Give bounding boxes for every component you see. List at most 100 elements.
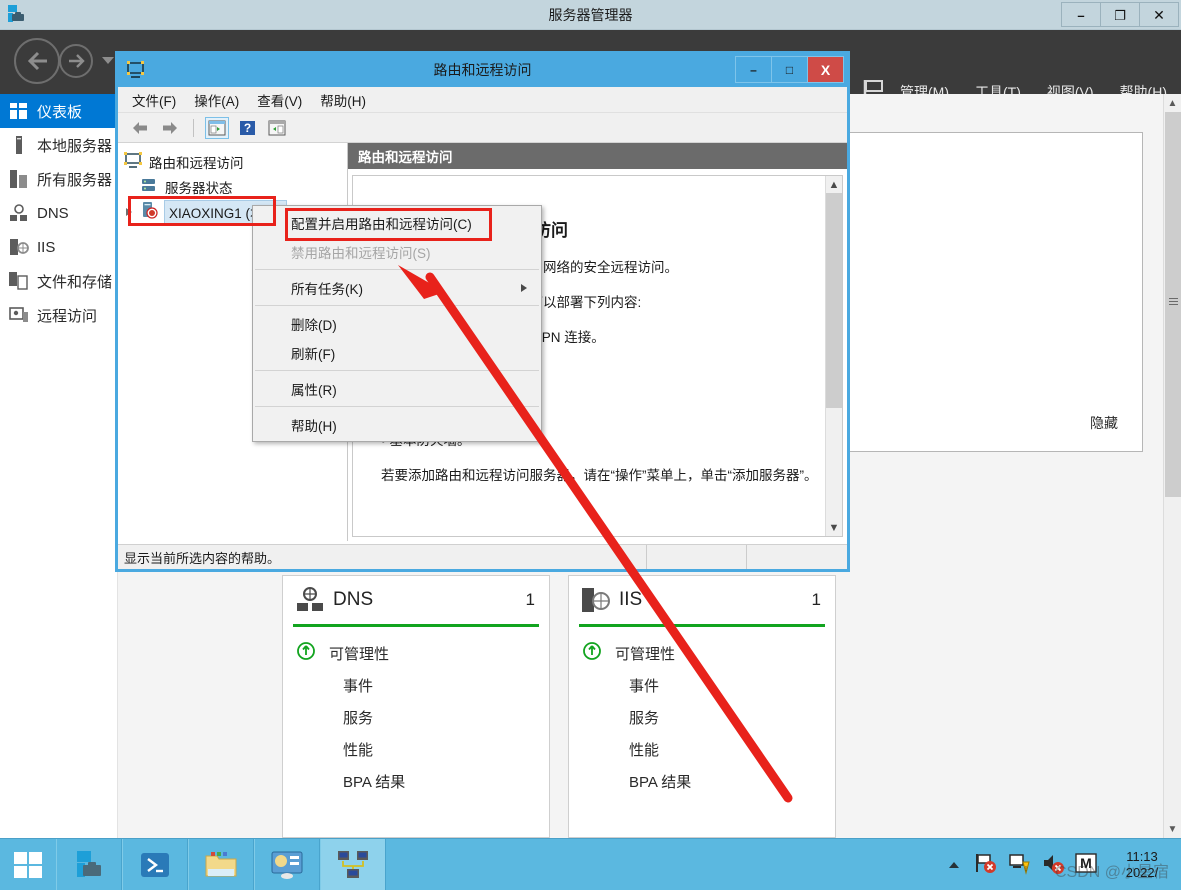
tree-node-rras-root[interactable]: 路由和远程访问 — [118, 149, 347, 174]
status-cell-3 — [747, 545, 847, 569]
tray-volume[interactable] — [1041, 851, 1065, 880]
minimize-button[interactable]: – — [1061, 2, 1101, 27]
help-menu[interactable]: 帮助(H) — [320, 90, 366, 110]
context-menu-item-refresh[interactable]: 刷新(F) — [253, 338, 541, 367]
show-console-tree-button[interactable] — [205, 116, 229, 139]
view-menu[interactable]: 查看(V) — [257, 90, 302, 110]
context-menu-item-delete[interactable]: 删除(D) — [253, 309, 541, 338]
help-button[interactable]: ? — [235, 117, 259, 139]
taskbar-file-explorer[interactable] — [188, 838, 254, 890]
sidebar-label: 远程访问 — [37, 307, 98, 325]
iis-icon — [581, 586, 611, 614]
tile-iis[interactable]: IIS 1 可管理性 事件 服务 性能 BPA 结果 — [568, 575, 836, 838]
server-manager-title: 服务器管理器 — [548, 7, 633, 23]
dashboard-icon — [8, 101, 30, 121]
context-menu-separator — [255, 305, 539, 306]
tile-row-services[interactable]: 服务 — [569, 701, 835, 733]
sidebar-item-remote-access[interactable]: 远程访问 — [0, 298, 117, 332]
scroll-up-icon[interactable]: ▲ — [1164, 94, 1181, 112]
tile-row-events[interactable]: 事件 — [569, 669, 835, 701]
screen-root: 服务器管理器 – ❐ ✕ ! 管理(M) 工具( — [0, 0, 1181, 890]
hide-link[interactable]: 隐藏 — [1090, 413, 1118, 433]
context-menu-item-help[interactable]: 帮助(H) — [253, 410, 541, 439]
sidebar-label: DNS — [37, 204, 69, 222]
maximize-button[interactable]: □ — [771, 56, 808, 83]
tray-network[interactable]: ! — [1007, 851, 1031, 880]
context-menu-item-label: 属性(R) — [291, 382, 337, 398]
taskbar-server-manager[interactable] — [56, 838, 122, 890]
sidebar-item-iis[interactable]: IIS — [0, 230, 117, 264]
tile-row-performance[interactable]: 性能 — [283, 733, 549, 765]
context-menu-item-all-tasks[interactable]: 所有任务(K) — [253, 273, 541, 302]
tile-row-performance[interactable]: 性能 — [569, 733, 835, 765]
tile-row-events[interactable]: 事件 — [283, 669, 549, 701]
status-text: 显示当前所选内容的帮助。 — [118, 545, 647, 569]
local-server-icon — [8, 135, 30, 155]
back-button[interactable] — [128, 117, 152, 139]
forward-button[interactable] — [158, 117, 182, 139]
taskbar-clock[interactable]: 11:13 2022/ — [1111, 849, 1173, 882]
windows-start-icon[interactable] — [0, 838, 56, 890]
show-action-pane-button[interactable] — [265, 117, 289, 139]
tile-row-services[interactable]: 服务 — [283, 701, 549, 733]
server-manager-scrollbar[interactable]: ▲ ▼ — [1163, 94, 1181, 838]
annotation-box-tree-node — [128, 196, 276, 226]
back-button[interactable] — [14, 38, 60, 84]
sidebar-label: 文件和存储 — [37, 273, 113, 291]
scrollbar-thumb[interactable] — [826, 193, 842, 408]
tray-ime[interactable]: M — [1075, 852, 1097, 879]
context-menu-item-label: 帮助(H) — [291, 418, 337, 434]
minimize-button[interactable]: – — [735, 56, 772, 83]
context-menu-item-properties[interactable]: 属性(R) — [253, 374, 541, 403]
scrollbar-thumb[interactable] — [1165, 112, 1181, 497]
right-pane-scrollbar[interactable]: ▲ ▼ — [825, 176, 842, 536]
tray-expand-icon[interactable] — [949, 862, 959, 868]
context-menu-separator — [255, 269, 539, 270]
sidebar-item-dns[interactable]: DNS — [0, 196, 117, 230]
tile-row-bpa[interactable]: BPA 结果 — [283, 765, 549, 797]
sidebar-item-file-storage[interactable]: 文件和存储 — [0, 264, 117, 298]
taskbar-rras[interactable] — [320, 838, 386, 890]
taskbar-control-panel[interactable] — [254, 838, 320, 890]
rras-root-icon — [124, 151, 144, 172]
action-menu[interactable]: 操作(A) — [194, 90, 239, 110]
sidebar-item-local-server[interactable]: 本地服务器 — [0, 128, 117, 162]
scroll-down-icon[interactable]: ▼ — [826, 519, 842, 536]
tile-dns[interactable]: DNS 1 可管理性 事件 服务 性能 BPA 结果 — [282, 575, 550, 838]
file-menu[interactable]: 文件(F) — [132, 90, 176, 110]
tile-rows: 可管理性 事件 服务 性能 BPA 结果 — [569, 627, 835, 797]
maximize-button[interactable]: ❐ — [1100, 2, 1140, 27]
context-menu-item-disable: 禁用路由和远程访问(S) — [253, 237, 541, 266]
tile-header: IIS 1 — [569, 576, 835, 624]
taskbar-powershell[interactable] — [122, 838, 188, 890]
sidebar-label: IIS — [37, 238, 56, 256]
close-button[interactable]: ✕ — [1139, 2, 1179, 27]
tile-title: DNS — [333, 589, 374, 610]
annotation-box-menu-item — [285, 208, 492, 241]
scroll-up-icon[interactable]: ▲ — [826, 176, 842, 193]
sidebar-label: 仪表板 — [37, 103, 83, 121]
tile-row-manageability[interactable]: 可管理性 — [283, 637, 549, 669]
rras-toolbar: ? — [118, 113, 847, 143]
tile-row-manageability[interactable]: 可管理性 — [569, 637, 835, 669]
scroll-down-icon[interactable]: ▼ — [1164, 820, 1181, 838]
tray-action-center[interactable] — [973, 851, 997, 880]
rras-window-buttons: – □ X — [735, 56, 844, 83]
status-up-icon — [297, 642, 319, 664]
forward-button[interactable] — [59, 44, 93, 78]
chevron-down-icon[interactable] — [102, 57, 114, 64]
server-manager-titlebar: 服务器管理器 – ❐ ✕ — [0, 0, 1181, 30]
tile-row-label: 可管理性 — [615, 645, 676, 663]
status-up-icon — [583, 642, 605, 664]
dashboard-panel: 隐藏 — [848, 132, 1143, 452]
all-servers-icon — [8, 169, 30, 189]
right-pane-header: 路由和远程访问 — [348, 143, 847, 169]
tile-row-bpa[interactable]: BPA 结果 — [569, 765, 835, 797]
close-button[interactable]: X — [807, 56, 844, 83]
sidebar-label: 本地服务器 — [37, 137, 113, 155]
tile-count: 1 — [811, 590, 821, 609]
tile-rows: 可管理性 事件 服务 性能 BPA 结果 — [283, 627, 549, 797]
sidebar-item-all-servers[interactable]: 所有服务器 — [0, 162, 117, 196]
tile-row-label: BPA 结果 — [343, 773, 406, 791]
sidebar-item-dashboard[interactable]: 仪表板 — [0, 94, 117, 128]
